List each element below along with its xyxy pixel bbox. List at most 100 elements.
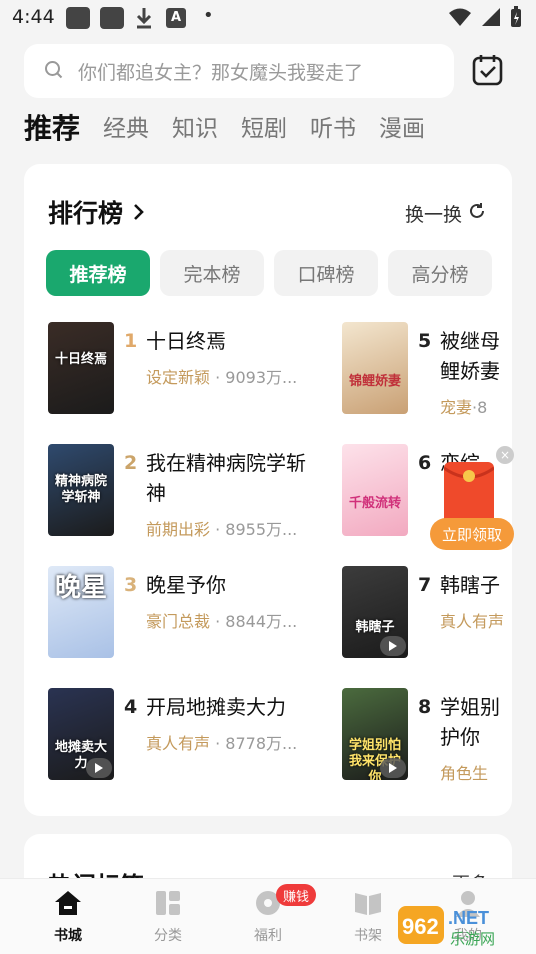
book-meta: 真人有声 · 8778万... <box>146 734 298 753</box>
book-item[interactable]: 地摊卖大力 4 开局地摊卖大力 真人有声 · 8778万... <box>48 688 338 788</box>
book-tag: 豪门总裁 <box>146 612 211 631</box>
book-meta: 宠妻·8 <box>440 394 487 418</box>
book-title: 开局地摊卖大力 <box>146 695 286 719</box>
cover-text: 锦鲤娇妻 <box>348 374 401 389</box>
book-title: 学姐别 <box>440 695 500 719</box>
book-cover: 晚星 <box>48 566 114 658</box>
nav-bookshelf[interactable]: 书架 <box>338 889 398 945</box>
chip-reputation-list[interactable]: 口碑榜 <box>274 250 378 296</box>
nav-label: 书架 <box>354 928 382 944</box>
book-meta: 设定新颖 · 9093万... <box>146 368 298 387</box>
book-tag: 前期出彩 <box>146 520 211 539</box>
book-title: 晚星予你 <box>146 573 226 597</box>
book-meta: 真人有声 <box>440 608 504 632</box>
search-placeholder: 你们都追女主？那女魔头我娶走了 <box>78 62 364 84</box>
swap-label: 换一换 <box>404 204 462 226</box>
nav-bookstore[interactable]: 书城 <box>38 889 98 945</box>
book-tag: 设定新颖 <box>146 368 211 387</box>
book-cover: 锦鲤娇妻 <box>342 322 408 414</box>
search-icon <box>44 60 64 84</box>
book-heat: 8778万... <box>225 734 298 753</box>
book-title: 我在精神病院学斩神 <box>146 451 306 505</box>
book-meta: 前期出彩 · 8955万... <box>146 520 298 539</box>
book-item[interactable]: 十日终焉 1 十日终焉 设定新颖 · 9093万... <box>48 322 338 422</box>
book-meta: 豪门总裁 · 8844万... <box>146 612 298 631</box>
book-cover: 学姐别怕我来保护你 <box>342 688 408 780</box>
rank-number: 1 <box>124 330 138 352</box>
book-item[interactable]: 韩瞎子 7 韩瞎子 真人有声 <box>342 566 512 666</box>
play-icon <box>86 758 112 778</box>
rank-number: 8 <box>418 696 432 718</box>
claim-now-button[interactable]: 立即领取 <box>430 518 514 550</box>
rank-number: 7 <box>418 574 432 596</box>
close-icon[interactable]: × <box>496 446 514 464</box>
tab-short-drama[interactable]: 短剧 <box>241 112 287 146</box>
cover-text: 十日终焉 <box>54 352 107 367</box>
book-title: 十日终焉 <box>146 329 226 353</box>
nav-category[interactable]: 分类 <box>138 889 198 945</box>
refresh-icon <box>468 202 486 225</box>
download-icon <box>134 6 154 34</box>
book-cover: 精神病院学斩神 <box>48 444 114 536</box>
a-status-icon: A <box>166 8 186 28</box>
cover-text: 韩瞎子 <box>355 620 395 635</box>
svg-text:乐游网: 乐游网 <box>450 930 495 948</box>
book-cover: 地摊卖大力 <box>48 688 114 780</box>
play-icon <box>380 636 406 656</box>
ranking-chips: 推荐榜 完本榜 口碑榜 高分榜 <box>46 250 492 296</box>
watermark-logo: 962 .NET 乐游网 <box>398 902 530 948</box>
calendar-check-icon[interactable] <box>470 52 506 92</box>
status-dot: • <box>203 5 214 26</box>
rank-number: 5 <box>418 330 432 352</box>
status-time: 4:44 <box>12 6 55 28</box>
book-heat: 8844万... <box>225 612 298 631</box>
book-title-line2: 护你 <box>440 725 480 749</box>
red-packet-promo[interactable]: × 立即领取 <box>430 446 514 550</box>
rank-number: 2 <box>124 452 138 474</box>
search-bar[interactable]: 你们都追女主？那女魔头我娶走了 <box>24 44 454 98</box>
tab-comics[interactable]: 漫画 <box>379 112 425 146</box>
rank-number: 3 <box>124 574 138 596</box>
svg-text:.NET: .NET <box>448 908 489 928</box>
notification-app-icon <box>66 7 90 29</box>
tab-audiobook[interactable]: 听书 <box>310 112 356 146</box>
chip-completed-list[interactable]: 完本榜 <box>160 250 264 296</box>
book-item[interactable]: 晚星 3 晚星予你 豪门总裁 · 8844万... <box>48 566 338 666</box>
book-title-line2: 鲤娇妻 <box>440 359 500 383</box>
nav-label: 分类 <box>154 928 182 944</box>
play-icon <box>380 758 406 778</box>
book-heat: 8955万... <box>225 520 298 539</box>
nav-label: 书城 <box>54 928 82 944</box>
chip-high-score-list[interactable]: 高分榜 <box>388 250 492 296</box>
tab-classic[interactable]: 经典 <box>103 112 149 146</box>
bookshelf-icon <box>353 893 383 921</box>
cover-text: 精神病院学斩神 <box>54 474 107 505</box>
chevron-right-icon <box>131 198 145 227</box>
swap-button[interactable]: 换一换 <box>405 200 486 227</box>
tab-recommend[interactable]: 推荐 <box>24 112 80 146</box>
cover-text: 晚星 <box>54 573 107 603</box>
book-heat: ·8 <box>472 398 488 417</box>
welfare-badge: 赚钱 <box>276 884 316 906</box>
book-title: 韩瞎子 <box>440 573 500 597</box>
book-tag: 真人有声 <box>146 734 211 753</box>
ranking-title-text: 排行榜 <box>48 199 124 228</box>
chip-recommend-list[interactable]: 推荐榜 <box>46 250 150 296</box>
nav-label: 福利 <box>254 928 282 944</box>
book-tag: 角色生 <box>440 764 489 783</box>
cover-text: 千般流转 <box>348 496 401 511</box>
book-item[interactable]: 精神病院学斩神 2 我在精神病院学斩神 前期出彩 · 8955万... <box>48 444 338 544</box>
gift-disc-icon <box>254 891 282 921</box>
book-item[interactable]: 学姐别怕我来保护你 8 学姐别 护你 角色生 <box>342 688 512 788</box>
notification-app-icon <box>100 7 124 29</box>
book-cover: 十日终焉 <box>48 322 114 414</box>
status-bar: 4:44 A • <box>0 0 536 36</box>
book-heat: 9093万... <box>225 368 298 387</box>
wifi-icon <box>448 7 472 31</box>
book-tag: 真人有声 <box>440 612 505 631</box>
home-icon <box>53 891 83 921</box>
tab-knowledge[interactable]: 知识 <box>172 112 218 146</box>
battery-icon <box>510 6 522 32</box>
ranking-title[interactable]: 排行榜 <box>48 194 145 230</box>
book-item[interactable]: 锦鲤娇妻 5 被继母 鲤娇妻 宠妻·8 <box>342 322 512 422</box>
